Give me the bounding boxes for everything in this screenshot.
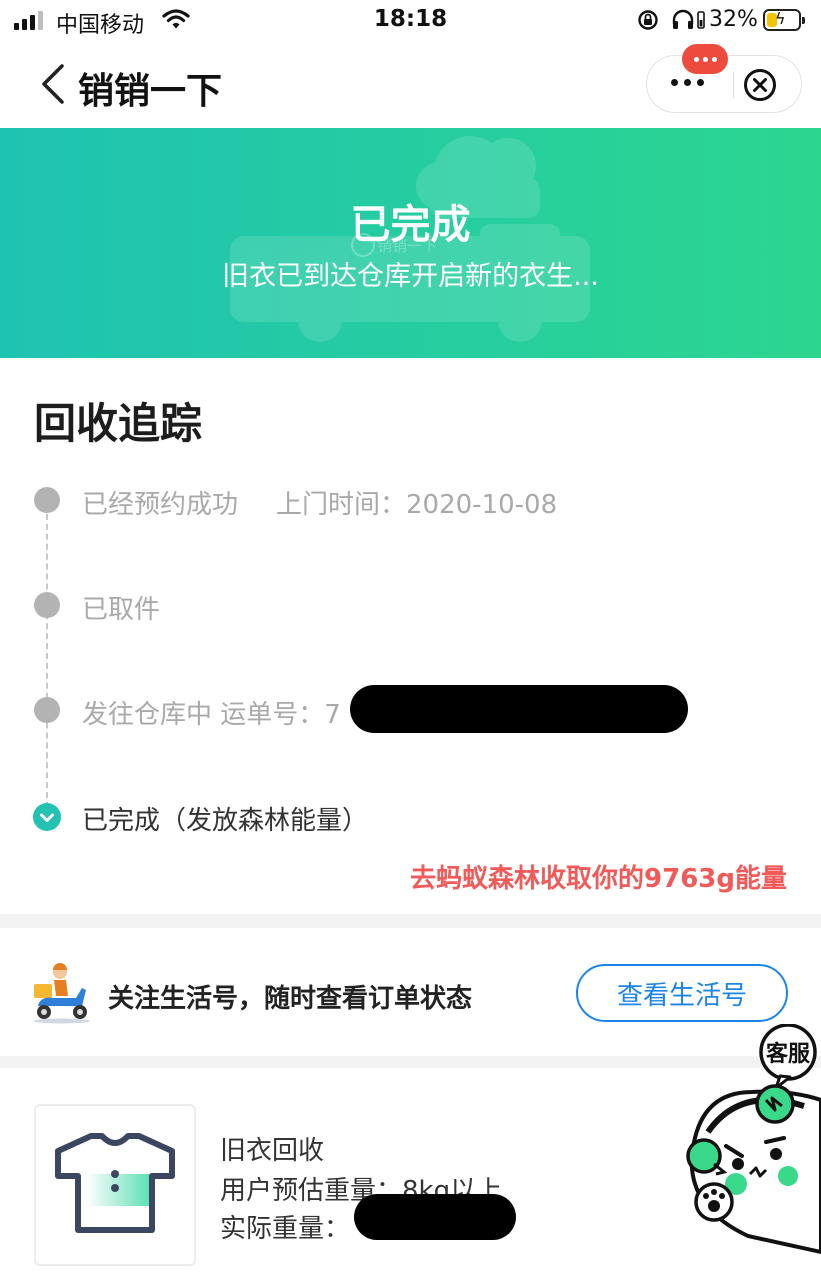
customer-service-label: 客服 (766, 1041, 811, 1067)
ant-forest-energy-link[interactable]: 去蚂蚁森林收取你的9763g能量 (410, 858, 787, 895)
redacted-actual-weight (354, 1194, 516, 1240)
step-label: 已取件 (82, 595, 161, 625)
step-label: 已完成（发放森林能量） (82, 806, 369, 836)
actual-weight-label: 实际重量： (220, 1214, 351, 1244)
check-circle-icon (33, 803, 61, 831)
delivery-scooter-icon (34, 963, 90, 1024)
redacted-tracking-number (350, 685, 688, 733)
section-divider (0, 914, 821, 928)
timeline-dot (34, 592, 60, 618)
more-dots-icon (671, 79, 704, 86)
banner-subtitle: 旧衣已到达仓库开启新的衣生... (222, 261, 599, 292)
headphones-icon (672, 9, 705, 29)
charging-bolt-icon: ϟ (775, 9, 786, 28)
tshirt-icon (55, 1133, 175, 1233)
page-title: 销销一下 (78, 71, 223, 112)
close-circle-icon (744, 69, 776, 101)
timeline-step: 已取件 (82, 589, 160, 626)
timeline-line (46, 504, 48, 808)
timeline-step: 发往仓库中 运单号：7 (82, 694, 341, 731)
status-bar: 中国移动 18:18 32% ϟ (0, 0, 821, 44)
view-life-account-button[interactable]: 查看生活号 (576, 964, 788, 1022)
follow-text: 关注生活号，随时查看订单状态 (108, 984, 473, 1014)
timeline-dot (34, 697, 60, 723)
product-thumbnail (34, 1104, 196, 1266)
back-button[interactable] (36, 60, 72, 108)
rotation-lock-icon (638, 10, 658, 30)
battery-percent: 32% (709, 7, 758, 32)
battery-icon: ϟ (763, 9, 805, 31)
step-label: 已经预约成功 (82, 490, 239, 520)
capsule-divider (733, 72, 734, 98)
notification-badge (682, 44, 728, 74)
product-name: 旧衣回收 (220, 1136, 325, 1166)
timeline-step-current: 已完成（发放森林能量） (82, 800, 368, 837)
tracking-title: 回收追踪 (34, 399, 203, 448)
status-banner: 销销一下 已完成 旧衣已到达仓库开启新的衣生... (0, 128, 821, 358)
step-label: 发往仓库中 运单号：7 (82, 700, 341, 730)
close-button[interactable] (743, 68, 777, 102)
customer-service-button[interactable]: 客服 (680, 1023, 821, 1262)
timeline-step: 已经预约成功 上门时间：2020-10-08 (82, 484, 557, 521)
timeline-dot (34, 487, 60, 513)
mascot-icon: 客服 (686, 1023, 821, 1255)
navigation-bar: 销销一下 (0, 44, 821, 128)
pickup-time: 上门时间：2020-10-08 (276, 490, 558, 520)
chevron-left-icon (42, 64, 64, 104)
banner-title: 已完成 (350, 202, 471, 248)
